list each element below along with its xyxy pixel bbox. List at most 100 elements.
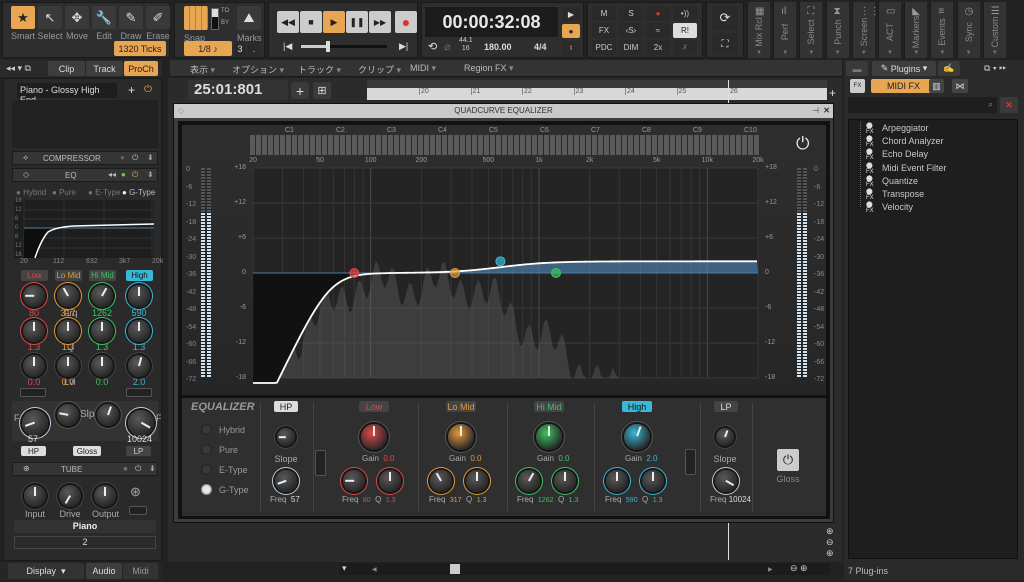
band-node-high[interactable] — [495, 256, 506, 267]
module-custom[interactable]: ☰ Custom ▼ — [982, 2, 1006, 58]
band-q-knob[interactable] — [128, 320, 150, 342]
scroll-thumb[interactable] — [450, 564, 460, 574]
lp-button[interactable]: LP — [714, 401, 738, 412]
lp-slope-knob[interactable] — [97, 404, 119, 426]
add-module-button[interactable]: + — [128, 83, 135, 97]
hp-freq-knob[interactable] — [22, 410, 48, 436]
mode-radio-pure[interactable] — [201, 444, 212, 455]
module-perf[interactable]: ıl Perf ▼ — [773, 2, 797, 58]
fast-forward-button[interactable]: ▶▶ — [369, 11, 391, 33]
band-lo-mid-button[interactable]: Lo Mid — [55, 270, 82, 281]
mix-button[interactable]: S — [619, 6, 643, 21]
sync-icon[interactable]: ⟲ — [428, 40, 437, 53]
plugin-item[interactable]: Chord Analyzer — [882, 136, 944, 146]
tab-display[interactable]: Display ▾ — [8, 563, 84, 579]
eq-header[interactable]: ◇ EQ ◂◂ ● ⏻ ⇟ — [12, 168, 158, 182]
band-gain-knob[interactable] — [23, 355, 45, 377]
band-freq-knob[interactable] — [57, 285, 79, 307]
play-mode-button[interactable]: ▶ — [562, 7, 580, 21]
mini-eq-graph[interactable]: 18 12 6 0 6 12 18 — [14, 198, 154, 258]
lp-freq-knob[interactable] — [715, 470, 737, 492]
tool-move-button[interactable]: ✥ — [65, 6, 89, 29]
band-node-hi-mid[interactable] — [551, 268, 562, 278]
mix-button[interactable]: DIM — [619, 40, 643, 55]
module-mix-rcl[interactable]: ▦ Mix Rcl ▼ — [747, 2, 770, 58]
mode-radio-hybrid[interactable] — [201, 424, 212, 435]
band-q-knob[interactable] — [642, 470, 664, 492]
tube-drive-knob[interactable] — [59, 485, 81, 507]
track-number[interactable]: 2 — [14, 536, 156, 549]
band-gain-knob[interactable] — [624, 424, 650, 450]
band-freq-knob[interactable] — [128, 285, 150, 307]
module-screen[interactable]: ⋮⋮ Screen ▼ — [851, 2, 880, 58]
add-track-button[interactable]: + — [291, 82, 309, 99]
to-by-switch[interactable] — [211, 8, 219, 30]
browser-options-icon[interactable]: ⧉ ▾ ▸▸ — [984, 63, 1006, 74]
menu-item[interactable]: クリップ ▾ — [358, 63, 401, 76]
piano-keyboard[interactable] — [250, 135, 760, 155]
pause-button[interactable]: ❚❚ — [346, 11, 368, 33]
mix-button[interactable]: •)) — [673, 6, 697, 21]
band-node-low[interactable] — [349, 268, 360, 278]
tool-smart-button[interactable]: ★ — [11, 6, 35, 29]
band-gain-knob[interactable] — [361, 424, 387, 450]
eq-mode-gtype[interactable]: ● G-Type — [122, 188, 155, 197]
mix-button[interactable]: ✗ — [673, 40, 697, 55]
module-act[interactable]: ▭ ACT ▼ — [878, 2, 901, 58]
compressor-header[interactable]: ⟡ COMPRESSOR ● ⏻ ⇟ — [12, 151, 158, 165]
snap-grid-icon[interactable] — [184, 6, 208, 30]
band-freq-knob[interactable] — [518, 470, 540, 492]
metronome-icon[interactable]: ♮ — [562, 41, 580, 55]
eq-window-titlebar[interactable]: QUADCURVE EQUALIZER ◇ ⊣ ✕ — [174, 104, 833, 118]
plugin-item[interactable]: Velocity — [882, 202, 913, 212]
eq-expand-icon[interactable]: ⇟ — [147, 170, 154, 179]
snap-count[interactable]: 3 — [234, 41, 246, 56]
horizontal-scrollbar[interactable]: ▾ ◀ ▶ ⊖ ⊕ — [340, 563, 830, 575]
pin-icon[interactable]: ⊣ — [812, 104, 819, 118]
go-to-start-icon[interactable]: |◀ — [283, 41, 292, 52]
menu-item[interactable]: オプション ▾ — [232, 63, 284, 76]
band-button[interactable]: Lo Mid — [446, 401, 476, 412]
tab-proch[interactable]: ProCh — [124, 61, 158, 76]
band-q-knob[interactable] — [91, 320, 113, 342]
fx-chains-icon[interactable]: ⋈ — [952, 79, 968, 93]
plugin-search-input[interactable]: ⌕ — [848, 97, 997, 113]
gloss-power-button[interactable]: ⏻ — [777, 449, 799, 471]
band-button[interactable]: Low — [359, 401, 389, 412]
menu-item[interactable]: MIDI ▾ — [410, 63, 436, 74]
hp-slope-knob[interactable] — [57, 404, 79, 426]
mode-radio-g-type[interactable] — [201, 484, 212, 495]
band-gain-knob[interactable] — [91, 355, 113, 377]
gloss-button[interactable]: Gloss — [73, 446, 101, 456]
tab-midi[interactable]: Midi — [123, 563, 158, 579]
hp-freq-knob[interactable] — [275, 470, 297, 492]
now-time-display[interactable]: 25:01:801 — [188, 80, 288, 100]
band-gain-knob[interactable] — [536, 424, 562, 450]
notes-icon[interactable]: ✍ — [938, 61, 960, 76]
plugin-item[interactable]: Echo Delay — [882, 149, 928, 159]
eq-power-icon[interactable]: ⏻ — [132, 170, 138, 180]
timeline-ruler[interactable]: 20 21 22 23 24 25 26 — [367, 80, 827, 100]
tube-input-knob[interactable] — [24, 485, 46, 507]
band-node-lo-mid[interactable] — [450, 268, 461, 278]
plugin-item[interactable]: Quantize — [882, 176, 918, 186]
record-mode-button[interactable]: ● — [562, 24, 580, 38]
marks-icon[interactable]: ⛰ — [237, 6, 261, 30]
scroll-menu-icon[interactable]: ▾ — [342, 563, 347, 574]
rewind-button[interactable]: ◀◀ — [277, 11, 299, 33]
play-button[interactable]: ▶ — [323, 11, 345, 33]
hp-button[interactable]: HP — [274, 401, 298, 412]
loop-icon[interactable]: ⟳ — [712, 6, 738, 30]
position-slider[interactable] — [301, 41, 387, 52]
tempo-map-icon[interactable]: ⌀ — [444, 40, 451, 53]
inspector-options-icon[interactable]: ◂◂ ▾ ⧉ — [6, 63, 31, 74]
tool-erase-button[interactable]: ✐ — [146, 6, 170, 29]
tab-plugins[interactable]: ✎ Plugins ▾ — [872, 61, 936, 76]
band-low-button[interactable]: Low — [21, 270, 48, 281]
tool-draw-button[interactable]: ✎ — [119, 6, 143, 29]
tube-type-toggle[interactable] — [129, 506, 147, 515]
fit-icon[interactable]: ⛶ — [712, 33, 738, 55]
band-freq-knob[interactable] — [91, 285, 113, 307]
mix-button[interactable]: ‹S› — [619, 23, 643, 38]
ruler-add-icon[interactable]: + — [829, 86, 836, 100]
